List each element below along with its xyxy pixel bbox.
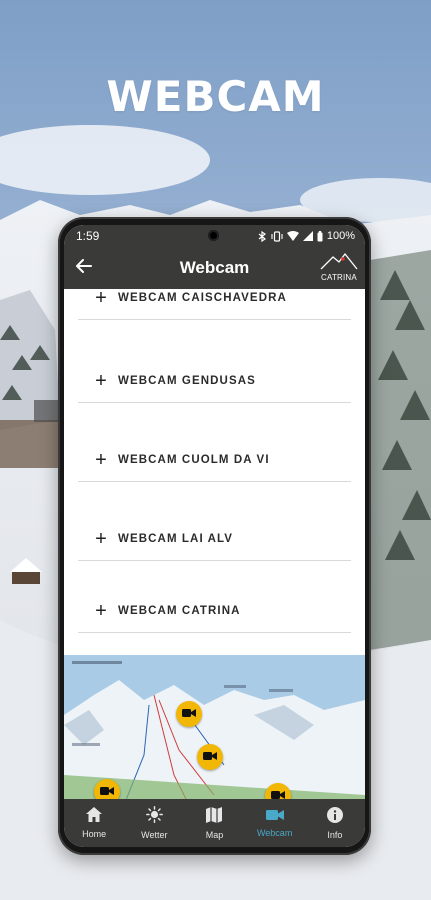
video-camera-icon: [182, 705, 196, 723]
status-icons: 100%: [258, 230, 355, 242]
webcam-marker[interactable]: [176, 701, 202, 727]
webcam-map[interactable]: [64, 655, 365, 799]
nav-wetter[interactable]: Wetter: [126, 806, 182, 840]
plus-icon: +: [95, 289, 107, 309]
video-camera-icon: [203, 748, 217, 766]
phone-frame: 1:59 100% Webcam CATRINA + WEBCAM CAISCH…: [58, 217, 371, 855]
ski-map-image: [64, 655, 365, 799]
webcam-item[interactable]: + WEBCAM GENDUSAS: [78, 359, 351, 403]
video-camera-icon: [100, 783, 114, 799]
plus-icon: +: [95, 527, 107, 550]
video-camera-icon: [265, 808, 284, 826]
map-icon: [206, 806, 223, 828]
nav-label: Map: [205, 829, 224, 840]
webcam-item[interactable]: + WEBCAM CATRINA: [78, 589, 351, 633]
webcam-item[interactable]: + WEBCAM CUOLM DA VI: [78, 438, 351, 482]
nav-map[interactable]: Map: [186, 806, 242, 840]
plus-icon: +: [95, 369, 107, 392]
webcam-item-label: WEBCAM CAISCHAVEDRA: [118, 291, 287, 304]
sun-icon: [145, 806, 163, 828]
front-camera: [208, 230, 219, 241]
nav-label: Info: [327, 829, 343, 840]
webcam-item-label: WEBCAM LAI ALV: [118, 532, 234, 545]
brand-label: CATRINA: [321, 273, 357, 282]
battery-percent: 100%: [326, 230, 355, 242]
signal-icon: [302, 231, 313, 241]
bottom-navigation: Home Wetter Map Webcam Info: [64, 799, 365, 847]
webcam-item-label: WEBCAM CUOLM DA VI: [118, 453, 270, 466]
nav-webcam[interactable]: Webcam: [247, 808, 303, 838]
status-time: 1:59: [76, 229, 100, 243]
nav-home[interactable]: Home: [66, 807, 122, 839]
webcam-marker[interactable]: [197, 744, 223, 770]
wifi-icon: [286, 231, 299, 241]
app-bar: Webcam CATRINA: [64, 247, 365, 289]
plus-icon: +: [95, 599, 107, 622]
info-icon: [326, 806, 343, 828]
webcam-item-label: WEBCAM GENDUSAS: [118, 374, 256, 387]
bluetooth-icon: [258, 230, 267, 242]
hero-title: WEBCAM: [106, 72, 325, 121]
nav-label: Webcam: [256, 828, 293, 838]
webcam-item[interactable]: + WEBCAM CAISCHAVEDRA: [78, 289, 351, 320]
catrina-logo: CATRINA: [317, 250, 361, 282]
home-icon: [86, 807, 103, 827]
video-camera-icon: [271, 787, 285, 799]
vibrate-icon: [271, 230, 283, 242]
nav-label: Home: [82, 829, 107, 839]
nav-info[interactable]: Info: [307, 806, 363, 840]
battery-icon: [317, 230, 323, 242]
webcam-item[interactable]: + WEBCAM LAI ALV: [78, 517, 351, 561]
webcam-marker[interactable]: [94, 779, 120, 799]
webcam-list: + WEBCAM CAISCHAVEDRA + WEBCAM GENDUSAS …: [64, 289, 365, 799]
webcam-item-label: WEBCAM CATRINA: [118, 604, 241, 617]
plus-icon: +: [95, 448, 107, 471]
nav-label: Wetter: [141, 830, 168, 840]
app-screen: 1:59 100% Webcam CATRINA + WEBCAM CAISCH…: [64, 225, 365, 847]
